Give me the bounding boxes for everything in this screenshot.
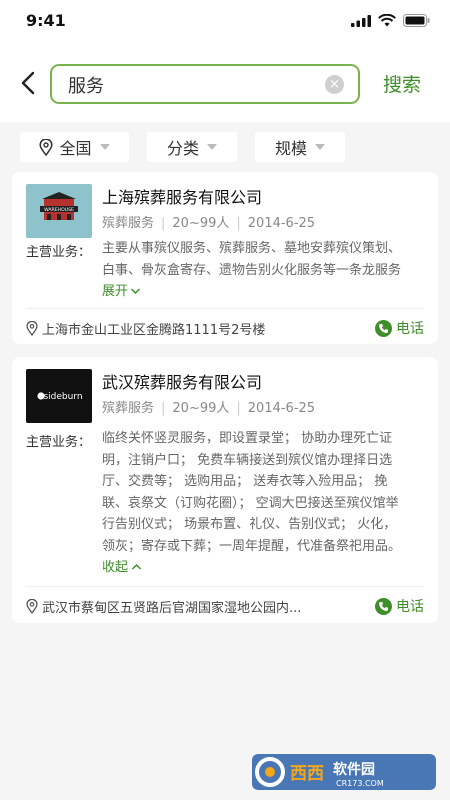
address-row: 上海市金山工业区金腾路1111号2号楼 [26, 319, 366, 338]
phone-icon [375, 597, 392, 615]
chevron-up-icon [131, 563, 142, 570]
search-button[interactable]: 搜索 [383, 70, 421, 97]
phone-icon [375, 319, 392, 337]
address-text: 上海市金山工业区金腾路1111号2号楼 [42, 323, 266, 338]
address-text: 武汉市蔡甸区五贤路后官湖国家湿地公园内... [42, 601, 302, 616]
location-pin-icon [26, 599, 38, 614]
dropdown-arrow-icon [315, 144, 325, 150]
expand-label: 展开 [102, 284, 129, 299]
location-pin-icon [39, 138, 54, 156]
company-category: 殡葬服务 [102, 216, 155, 231]
wifi-icon [378, 14, 396, 27]
back-arrow-icon[interactable] [14, 66, 42, 100]
search-input[interactable] [68, 72, 308, 98]
filter-category[interactable]: 分类 [147, 132, 237, 162]
business-description: 主要从事殡仪服务、殡葬服务、墓地安葬殡仪策划、白事、骨灰盒寄存、遗物告别火化服务… [102, 238, 402, 303]
company-size: 20~99人 [172, 401, 230, 416]
svg-text:软件园: 软件园 [333, 761, 375, 778]
status-time: 9:41 [26, 11, 66, 30]
divider [26, 308, 424, 309]
expand-button[interactable]: 展开 [102, 284, 141, 299]
company-name[interactable]: 武汉殡葬服务有限公司 [102, 369, 262, 393]
dropdown-arrow-icon [99, 144, 110, 150]
call-button[interactable]: 电话 [375, 318, 424, 338]
company-category: 殡葬服务 [102, 401, 155, 416]
dropdown-arrow-icon [207, 144, 217, 150]
signal-icon [351, 14, 371, 27]
company-meta: 殡葬服务 | 20~99人 | 2014-6-25 [102, 216, 316, 231]
location-pin-icon [26, 321, 38, 336]
collapse-button[interactable]: 收起 [102, 560, 142, 575]
watermark-logo: 西西 软件园 CR173.COM [252, 754, 436, 790]
status-icons [351, 14, 430, 27]
filter-bar: 全国 分类 规模 [0, 122, 450, 172]
address-row: 武汉市蔡甸区五贤路后官湖国家湿地公园内... [26, 597, 366, 616]
clear-icon[interactable]: × [325, 75, 344, 94]
filter-category-label: 分类 [166, 139, 199, 158]
battery-icon [403, 14, 430, 27]
company-date: 2014-6-25 [247, 216, 316, 231]
search-header: × 搜索 [0, 44, 450, 122]
business-text: 主要从事殡仪服务、殡葬服务、墓地安葬殡仪策划、白事、骨灰盒寄存、遗物告别火化服务… [102, 241, 402, 278]
call-label: 电话 [396, 321, 424, 337]
status-bar: 9:41 [0, 0, 450, 44]
filter-region-label: 全国 [59, 139, 92, 158]
business-label: 主营业务： [26, 435, 92, 450]
svg-text:CR173.COM: CR173.COM [336, 779, 384, 788]
company-name[interactable]: 上海殡葬服务有限公司 [102, 184, 262, 208]
company-logo: sideburn [26, 369, 92, 423]
collapse-label: 收起 [102, 560, 129, 575]
company-card[interactable]: WAREHOUSE 上海殡葬服务有限公司 殡葬服务 | 20~99人 | 2014-6-… [12, 172, 438, 344]
call-label: 电话 [396, 599, 424, 615]
business-text: 临终关怀竖灵服务，即设置录堂； 协助办理死亡证明，注销户口； 免费车辆接送到殡仪… [102, 431, 402, 554]
filter-region[interactable]: 全国 [20, 132, 129, 162]
company-size: 20~99人 [172, 216, 230, 231]
business-label: 主营业务： [26, 245, 92, 260]
filter-size[interactable]: 规模 [255, 132, 345, 162]
call-button[interactable]: 电话 [375, 596, 424, 616]
filter-size-label: 规模 [274, 139, 307, 158]
business-description: 临终关怀竖灵服务，即设置录堂； 协助办理死亡证明，注销户口； 免费车辆接送到殡仪… [102, 428, 402, 579]
company-meta: 殡葬服务 | 20~99人 | 2014-6-25 [102, 401, 316, 416]
svg-text:WAREHOUSE: WAREHOUSE [44, 207, 74, 213]
svg-text:西西: 西西 [290, 764, 324, 784]
divider [26, 586, 424, 587]
company-logo: WAREHOUSE [26, 184, 92, 238]
company-card[interactable]: sideburn 武汉殡葬服务有限公司 殡葬服务 | 20~99人 | 2014-6-2… [12, 357, 438, 623]
company-date: 2014-6-25 [247, 401, 316, 416]
search-field[interactable]: × [50, 64, 360, 104]
svg-text:sideburn: sideburn [43, 392, 82, 402]
chevron-down-icon [130, 288, 141, 295]
